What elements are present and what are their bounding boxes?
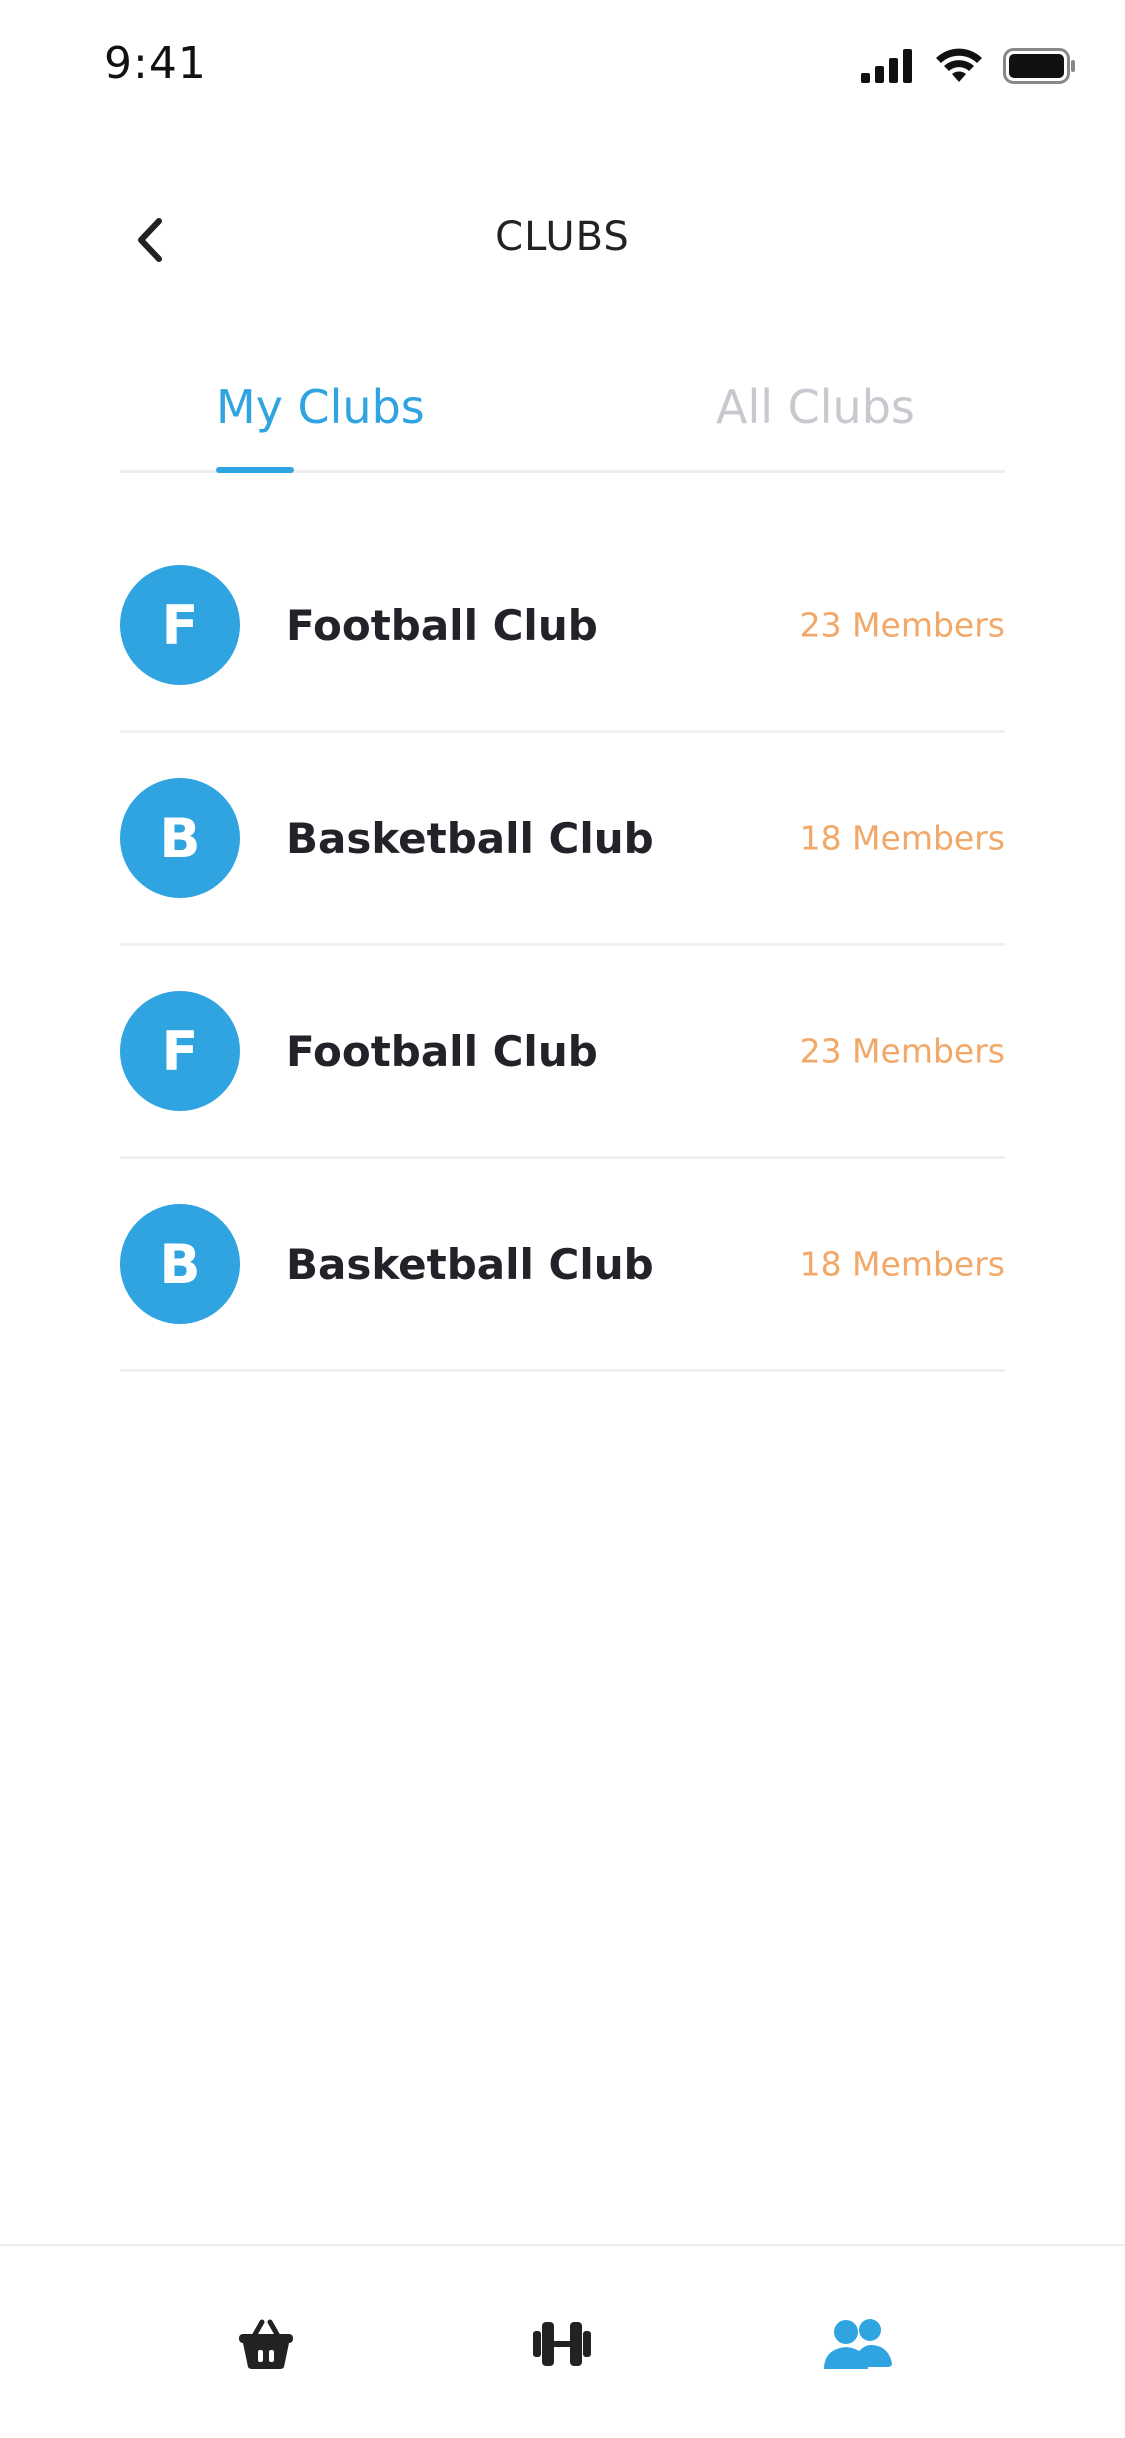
users-icon	[822, 2317, 894, 2376]
club-list-item[interactable]: F Football Club 23 Members	[120, 520, 1005, 733]
club-list-item[interactable]: F Football Club 23 Members	[120, 946, 1005, 1159]
nav-workout-button[interactable]	[512, 2296, 612, 2396]
active-tab-indicator	[216, 467, 294, 473]
club-name: Basketball Club	[286, 1239, 654, 1289]
club-name: Basketball Club	[286, 813, 654, 863]
club-list-item[interactable]: B Basketball Club 18 Members	[120, 733, 1005, 946]
club-name: Football Club	[286, 600, 598, 650]
signal-icon	[861, 49, 915, 88]
battery-icon	[1003, 48, 1077, 89]
nav-shop-button[interactable]	[216, 2296, 316, 2396]
tab-my-clubs[interactable]: My Clubs	[216, 380, 425, 434]
header: CLUBS	[0, 200, 1125, 280]
status-bar: 9:41	[0, 0, 1125, 140]
wifi-icon	[935, 48, 983, 89]
tab-all-clubs[interactable]: All Clubs	[716, 380, 915, 434]
nav-clubs-button[interactable]	[808, 2296, 908, 2396]
basket-icon	[237, 2318, 295, 2375]
club-member-count: 23 Members	[799, 1031, 1005, 1071]
club-list-item[interactable]: B Basketball Club 18 Members	[120, 1159, 1005, 1372]
club-avatar: F	[120, 991, 240, 1111]
club-member-count: 18 Members	[799, 1244, 1005, 1284]
dumbbell-icon	[531, 2318, 593, 2375]
club-avatar: B	[120, 778, 240, 898]
club-member-count: 23 Members	[799, 605, 1005, 645]
club-name: Football Club	[286, 1026, 598, 1076]
club-list: F Football Club 23 Members B Basketball …	[120, 520, 1005, 1372]
status-time: 9:41	[104, 38, 207, 89]
status-icons	[861, 48, 1077, 89]
club-avatar: F	[120, 565, 240, 685]
tab-bar: My Clubs All Clubs	[120, 370, 1005, 473]
page-title: CLUBS	[495, 214, 630, 260]
club-member-count: 18 Members	[799, 818, 1005, 858]
bottom-nav	[0, 2244, 1125, 2438]
club-avatar: B	[120, 1204, 240, 1324]
